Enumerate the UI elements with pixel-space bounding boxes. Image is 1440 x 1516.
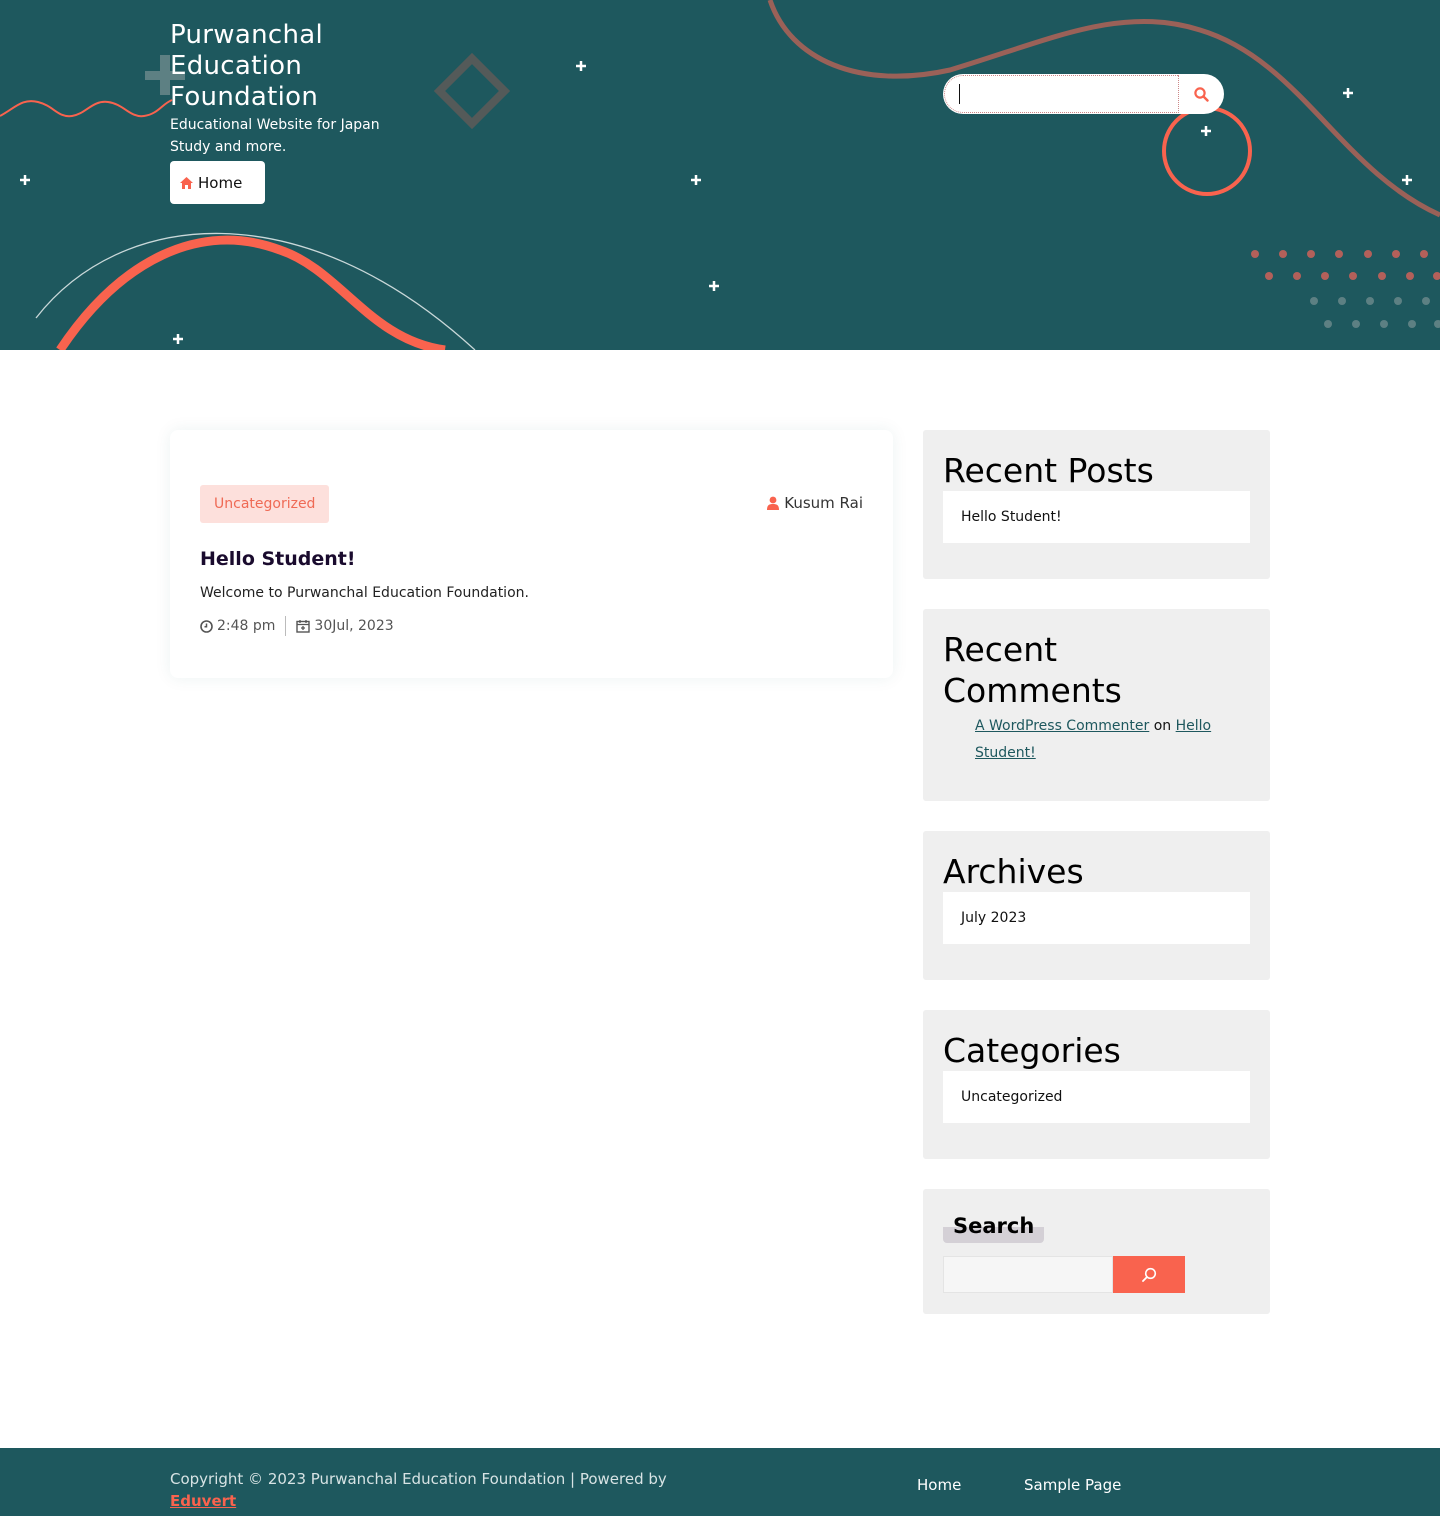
category-link[interactable]: Uncategorized	[943, 1071, 1250, 1123]
footer-copyright: Copyright © 2023 Purwanchal Education Fo…	[170, 1468, 690, 1512]
widget-recent-posts: Recent Posts Hello Student!	[923, 430, 1270, 579]
nav-home-button[interactable]: Home	[170, 161, 265, 204]
comment-on-text: on	[1153, 718, 1172, 734]
site-header: Purwanchal Education Foundation Educatio…	[0, 0, 1440, 350]
post-meta: 2:48 pm 30Jul, 2023	[200, 616, 394, 636]
widget-search: Search	[923, 1189, 1270, 1314]
post-card: Uncategorized Kusum Rai Hello Student! W…	[170, 430, 893, 678]
search-icon	[1142, 1267, 1157, 1282]
comment-author-link[interactable]: A WordPress Commenter	[975, 718, 1149, 734]
header-search-button[interactable]	[1180, 76, 1222, 112]
site-description: Educational Website for Japan Study and …	[170, 117, 380, 155]
post-title[interactable]: Hello Student!	[200, 548, 356, 570]
nav-home-label: Home	[198, 173, 243, 192]
meta-divider	[285, 616, 287, 636]
post-excerpt: Welcome to Purwanchal Education Foundati…	[200, 585, 529, 601]
category-badge[interactable]: Uncategorized	[200, 485, 330, 523]
recent-post-link[interactable]: Hello Student!	[943, 491, 1250, 543]
post-date: 30Jul, 2023	[314, 618, 394, 634]
site-footer: Copyright © 2023 Purwanchal Education Fo…	[0, 1448, 1440, 1516]
author-name: Kusum Rai	[784, 494, 863, 512]
archive-link[interactable]: July 2023	[943, 892, 1250, 944]
widget-title-archives: Archives	[943, 852, 1084, 891]
widget-recent-comments: Recent Comments A WordPress Commenter on…	[923, 609, 1270, 801]
powered-by-link[interactable]: Eduvert	[170, 1492, 236, 1510]
sidebar-search-input[interactable]	[943, 1256, 1113, 1293]
widget-archives: Archives July 2023	[923, 831, 1270, 980]
sidebar-search-button[interactable]	[1113, 1256, 1185, 1293]
widget-title-recent-comments: Recent Comments	[943, 630, 1122, 710]
calendar-icon	[296, 620, 311, 633]
copyright-text: Copyright © 2023 Purwanchal Education Fo…	[170, 1470, 667, 1488]
widget-categories: Categories Uncategorized	[923, 1010, 1270, 1159]
widget-title-search: Search	[943, 1211, 1045, 1243]
clock-icon	[200, 619, 213, 633]
widget-title-categories: Categories	[943, 1031, 1121, 1070]
post-author[interactable]: Kusum Rai	[767, 494, 863, 512]
text-caret	[959, 84, 960, 104]
header-search-input[interactable]	[944, 75, 1179, 113]
user-icon	[767, 496, 780, 510]
footer-nav-sample-page[interactable]: Sample Page	[1024, 1476, 1121, 1494]
home-icon	[180, 176, 193, 189]
widget-title-recent-posts: Recent Posts	[943, 451, 1154, 490]
search-icon	[1193, 86, 1209, 102]
footer-nav-home[interactable]: Home	[917, 1476, 961, 1494]
site-title[interactable]: Purwanchal Education Foundation	[170, 20, 430, 113]
post-time: 2:48 pm	[217, 618, 276, 634]
recent-comment-item: A WordPress Commenter on Hello Student!	[975, 713, 1245, 767]
